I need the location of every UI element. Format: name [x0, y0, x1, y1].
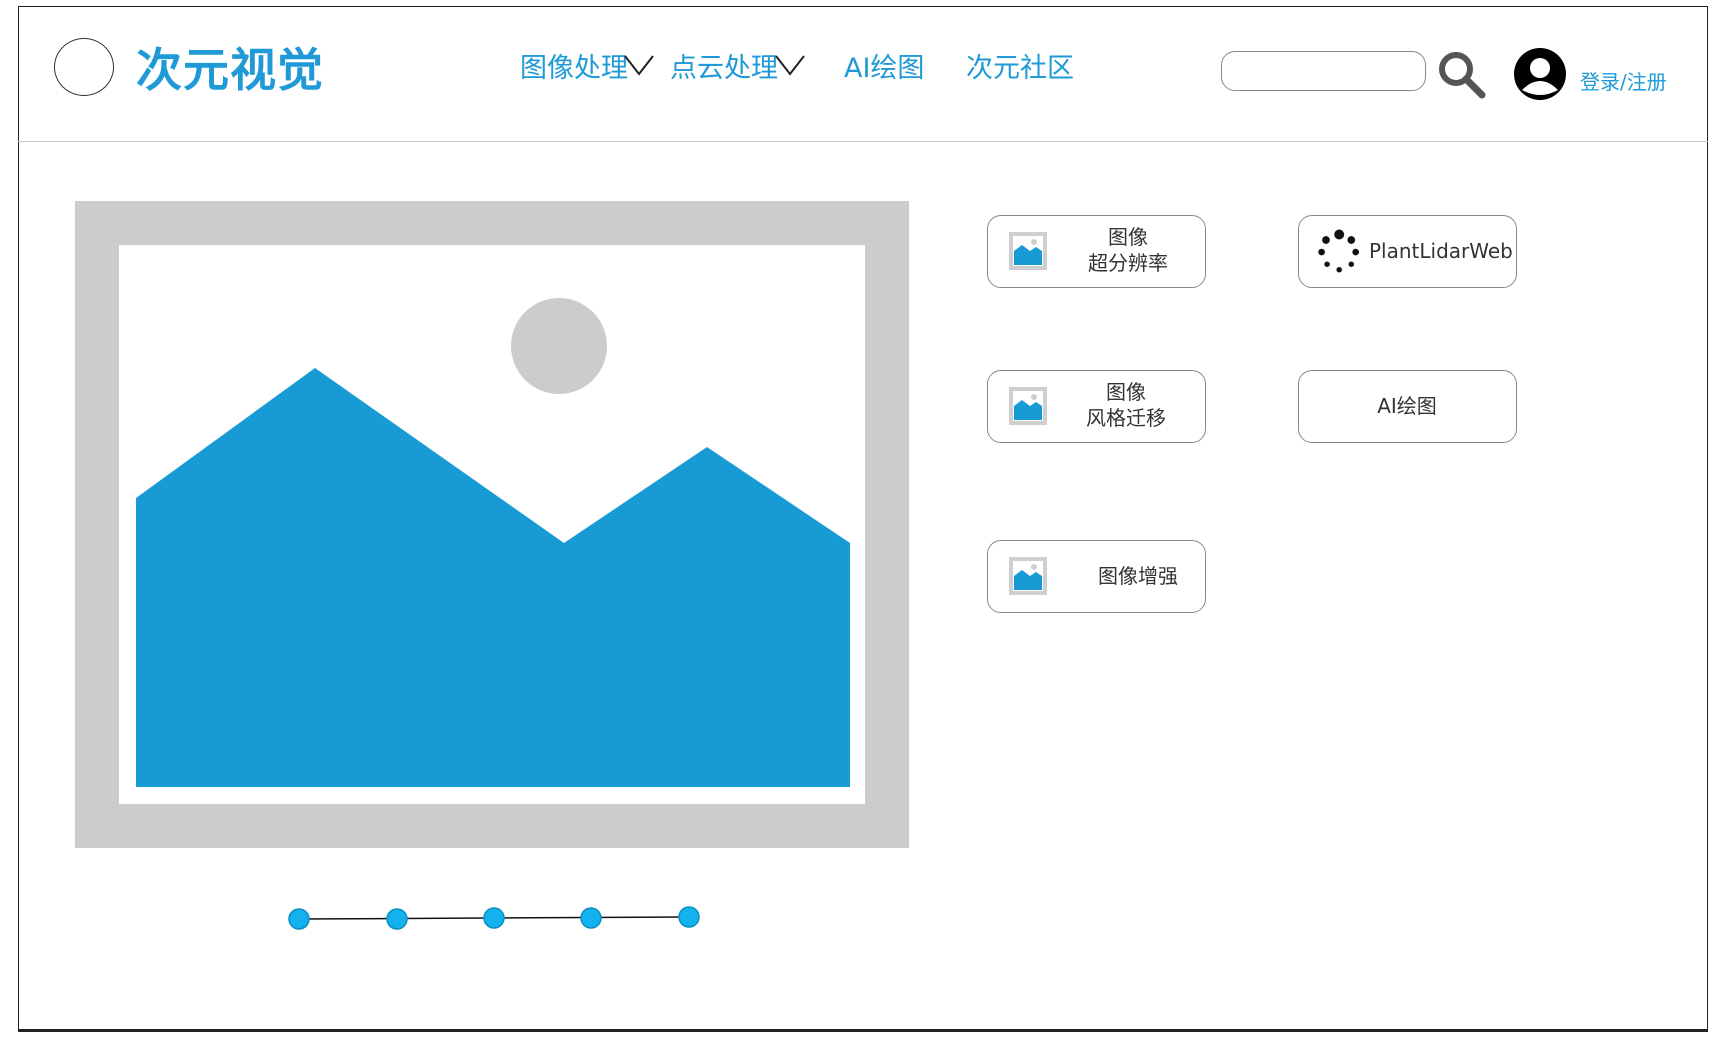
- nav-item-ai-drawing[interactable]: AI绘图: [844, 46, 924, 85]
- carousel-indicator: [288, 906, 700, 930]
- feature-label-line1: AI绘图: [1377, 394, 1437, 418]
- image-icon: [1009, 387, 1047, 425]
- search-input[interactable]: [1221, 51, 1426, 91]
- carousel-dot[interactable]: [678, 906, 700, 928]
- login-register-link[interactable]: 登录/注册: [1580, 66, 1667, 95]
- nav-item-image-processing[interactable]: 图像处理: [520, 46, 628, 85]
- image-placeholder-icon: [75, 201, 909, 848]
- feature-button-image-enhancement[interactable]: 图像增强: [987, 540, 1206, 613]
- chevron-down-icon[interactable]: [775, 53, 805, 77]
- feature-label-line1: PlantLidarWeb: [1369, 239, 1513, 263]
- feature-label-line1: 图像: [1108, 225, 1148, 249]
- brand-name[interactable]: 次元视觉: [136, 34, 324, 100]
- feature-button-ai-drawing[interactable]: AI绘图: [1298, 370, 1517, 443]
- carousel-dot[interactable]: [483, 907, 505, 929]
- logo-icon[interactable]: [54, 38, 114, 96]
- footer-divider: [18, 1030, 1708, 1032]
- nav-item-community[interactable]: 次元社区: [966, 46, 1074, 85]
- feature-label-line1: 图像: [1106, 380, 1146, 404]
- nav-item-pointcloud-processing[interactable]: 点云处理: [670, 46, 778, 85]
- feature-label-line1: 图像增强: [1098, 564, 1178, 588]
- carousel-dot[interactable]: [580, 907, 602, 929]
- feature-button-super-resolution[interactable]: 图像 超分辨率: [987, 215, 1206, 288]
- chevron-down-icon[interactable]: [624, 53, 654, 77]
- feature-button-style-transfer[interactable]: 图像 风格迁移: [987, 370, 1206, 443]
- feature-label-line2: 超分辨率: [1088, 251, 1168, 275]
- image-icon: [1009, 232, 1047, 270]
- carousel-dot[interactable]: [386, 908, 408, 930]
- user-avatar-icon[interactable]: [1512, 46, 1568, 102]
- feature-button-plantlidarweb[interactable]: PlantLidarWeb: [1298, 215, 1517, 288]
- carousel-dot[interactable]: [288, 908, 310, 930]
- feature-label-line2: 风格迁移: [1086, 406, 1166, 430]
- search-icon[interactable]: [1436, 49, 1488, 101]
- image-icon: [1009, 557, 1047, 595]
- loading-dots-icon: [1318, 229, 1359, 273]
- header-divider: [18, 141, 1708, 142]
